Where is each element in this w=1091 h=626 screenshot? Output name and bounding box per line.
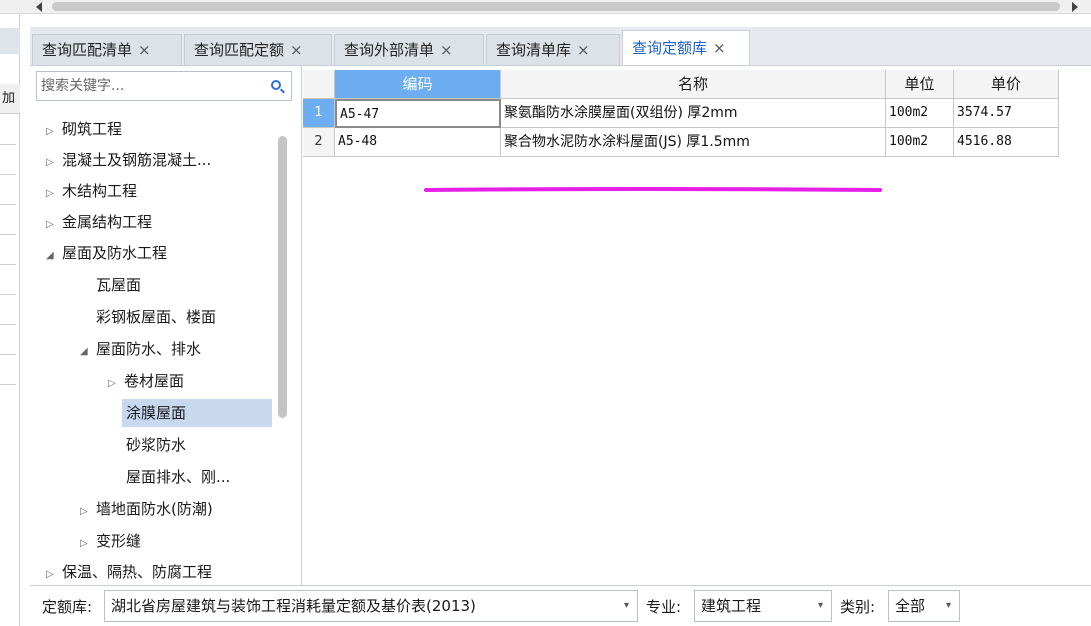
grid-header-name[interactable]: 名称	[501, 70, 886, 99]
tab-content: ▷砌筑工程 ▷混凝土及钢筋混凝土... ▷木结构工程 ▷金属结构工程 ◢屋面及防…	[30, 65, 1091, 585]
triangle-right-icon[interactable]: ▷	[80, 530, 96, 558]
tree-node-insulation[interactable]: ▷ 保温、隔热、防腐工程	[46, 558, 212, 586]
table-cell-price[interactable]: 4516.88	[954, 128, 1059, 157]
triangle-down-icon[interactable]: ◢	[80, 338, 96, 366]
grid-header-unit[interactable]: 单位	[886, 70, 954, 99]
triangle-right-icon[interactable]: ▷	[80, 498, 96, 526]
chevron-down-icon[interactable]: ▾	[624, 591, 629, 621]
scroll-left-arrow-icon[interactable]	[36, 2, 42, 12]
tree-node-metal-structure[interactable]: ▷ 金属结构工程	[46, 208, 152, 236]
tab-query-match-list[interactable]: 查询匹配清单 ×	[32, 34, 182, 65]
highlight-underline-annotation	[424, 187, 882, 192]
tab-query-list-library[interactable]: 查询清单库 ×	[486, 34, 620, 65]
quota-library-label: 定额库:	[42, 598, 93, 616]
major-select[interactable]: 建筑工程 ▾	[694, 590, 832, 622]
tree-node-wood-structure[interactable]: ▷ 木结构工程	[46, 177, 137, 205]
tab-bar: 查询匹配清单 × 查询匹配定额 × 查询外部清单 × 查询清单库 × 查询定额库 ×	[30, 27, 1091, 66]
scrollbar-thumb[interactable]	[52, 2, 1060, 11]
triangle-down-icon[interactable]: ◢	[46, 242, 62, 270]
tab-query-quota-library[interactable]: 查询定额库 ×	[622, 30, 750, 66]
tab-query-match-quota[interactable]: 查询匹配定额 ×	[184, 34, 332, 65]
bottom-filter-bar: 定额库: 湖北省房屋建筑与装饰工程消耗量定额及基价表(2013) ▾ 专业: 建筑…	[30, 585, 1091, 626]
query-panel: 查询匹配清单× 查询匹配定额× 查询外部清单× 查询清单库× 查询定额库× ▷砌…	[30, 27, 1091, 626]
grid-header-code[interactable]: 编码	[335, 70, 501, 99]
close-icon[interactable]: ×	[440, 41, 453, 59]
table-cell-unit[interactable]: 100m2	[886, 128, 954, 157]
table-cell-price[interactable]: 3574.57	[954, 99, 1059, 128]
close-icon[interactable]: ×	[577, 41, 590, 59]
grid-corner	[303, 70, 335, 99]
quota-library-select[interactable]: 湖北省房屋建筑与装饰工程消耗量定额及基价表(2013) ▾	[104, 590, 638, 622]
scroll-right-arrow-icon[interactable]	[1072, 2, 1078, 12]
tree-node-concrete[interactable]: ▷ 混凝土及钢筋混凝土...	[46, 146, 211, 174]
left-partial-pane: 加	[0, 14, 20, 626]
tree-node-roof-waterproof-drainage[interactable]: ◢ 屋面防水、排水	[80, 335, 201, 363]
chevron-down-icon[interactable]: ▾	[818, 591, 823, 621]
chevron-down-icon[interactable]: ▾	[946, 591, 951, 621]
search-icon[interactable]	[271, 80, 281, 90]
horizontal-scrollbar[interactable]	[0, 0, 1091, 14]
triangle-right-icon[interactable]: ▷	[46, 180, 62, 208]
table-row-number[interactable]: 2	[303, 128, 335, 157]
close-icon[interactable]: ×	[713, 39, 726, 57]
grid-header-price[interactable]: 单价	[954, 70, 1059, 99]
tree-node-masonry[interactable]: ▷ 砌筑工程	[46, 115, 122, 143]
table-cell-code[interactable]: A5-48	[335, 128, 501, 157]
close-icon[interactable]: ×	[290, 41, 303, 59]
table-cell-unit[interactable]: 100m2	[886, 99, 954, 128]
major-label: 专业:	[646, 598, 682, 616]
triangle-right-icon[interactable]: ▷	[46, 211, 62, 239]
tree-node-steel-panel-roof[interactable]: 彩钢板屋面、楼面	[96, 303, 216, 331]
tree-scrollbar-thumb[interactable]	[278, 136, 287, 418]
category-label: 类别:	[840, 598, 876, 616]
left-pane-header	[0, 28, 20, 54]
annotation-stroke	[424, 187, 882, 192]
quota-tree-pane: ▷砌筑工程 ▷混凝土及钢筋混凝土... ▷木结构工程 ▷金属结构工程 ◢屋面及防…	[30, 66, 302, 585]
tree-node-roof-drainage[interactable]: 屋面排水、刚...	[126, 463, 230, 491]
close-icon[interactable]: ×	[138, 41, 151, 59]
triangle-right-icon[interactable]: ▷	[46, 149, 62, 177]
table-cell-code[interactable]: A5-47	[335, 99, 501, 128]
left-pane-column-header: 加	[0, 84, 20, 114]
tree-node-mortar-waterproof[interactable]: 砂浆防水	[126, 431, 186, 459]
tree-node-wall-floor-waterproof[interactable]: ▷ 墙地面防水(防潮)	[80, 495, 213, 523]
triangle-right-icon[interactable]: ▷	[46, 118, 62, 146]
tree-node-tile-roof[interactable]: 瓦屋面	[96, 271, 141, 299]
quota-grid: 编码 名称 单位 单价 1 A5-47 聚氨酯防水涂膜屋面(双组份) 厚2mm …	[303, 66, 1091, 585]
tree-node-roofing-waterproofing[interactable]: ◢ 屋面及防水工程	[46, 239, 167, 267]
table-cell-name[interactable]: 聚氨酯防水涂膜屋面(双组份) 厚2mm	[501, 99, 886, 128]
tree-node-membrane-roof[interactable]: ▷ 卷材屋面	[108, 367, 184, 395]
table-cell-name[interactable]: 聚合物水泥防水涂料屋面(JS) 厚1.5mm	[501, 128, 886, 157]
table-row-number[interactable]: 1	[303, 99, 335, 128]
tree-node-deformation-joint[interactable]: ▷ 变形缝	[80, 527, 141, 555]
tree-node-coating-roof[interactable]: 涂膜屋面	[122, 399, 272, 427]
search-box[interactable]	[36, 71, 292, 101]
tab-query-external-list[interactable]: 查询外部清单 ×	[334, 34, 484, 65]
triangle-right-icon[interactable]: ▷	[108, 370, 124, 398]
search-input[interactable]	[37, 72, 257, 100]
category-select[interactable]: 全部 ▾	[888, 590, 960, 622]
